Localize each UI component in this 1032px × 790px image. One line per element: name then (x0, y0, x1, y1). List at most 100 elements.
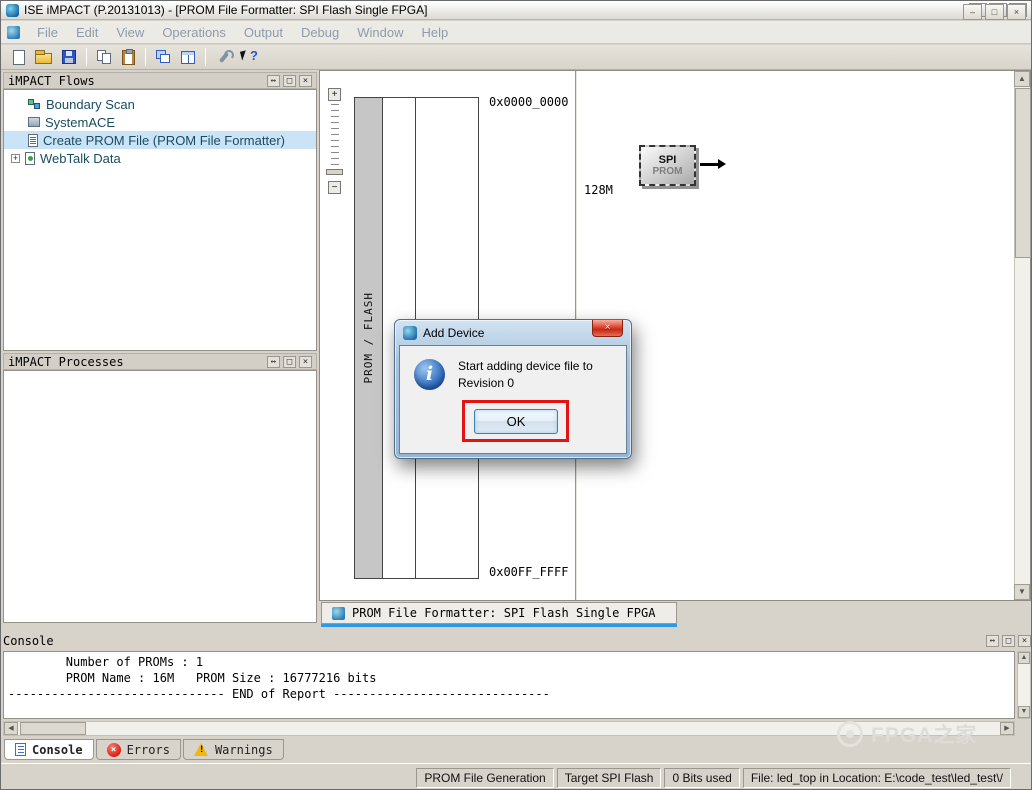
tree-item-label: Boundary Scan (46, 96, 135, 112)
output-tab-bar: Console × Errors ! Warnings (4, 739, 284, 760)
watermark-text: FPGA之家 (871, 724, 978, 747)
scrollbar-thumb[interactable] (20, 722, 86, 735)
cascade-windows-icon[interactable] (156, 50, 171, 64)
zoom-out-icon[interactable]: − (328, 181, 341, 194)
settings-wrench-icon[interactable] (216, 49, 234, 65)
tile-windows-icon[interactable] (181, 50, 195, 64)
spi-prom-device[interactable]: SPI PROM (639, 145, 696, 186)
menu-window[interactable]: Window (348, 25, 412, 40)
panel-dock-icon[interactable]: ↔ (267, 355, 280, 368)
tree-item-webtalk-data[interactable]: + WebTalk Data (4, 149, 316, 167)
mdi-close-button[interactable]: × (1007, 4, 1026, 20)
paste-icon[interactable] (122, 48, 135, 65)
zoom-slider-handle[interactable] (326, 169, 343, 175)
prom-file-icon (28, 133, 38, 147)
panel-close-icon[interactable]: × (299, 355, 312, 368)
scroll-down-icon[interactable]: ▼ (1014, 584, 1030, 600)
scroll-up-icon[interactable]: ▲ (1014, 71, 1030, 87)
start-address-label: 0x0000_0000 (489, 95, 569, 109)
warning-icon: ! (193, 743, 209, 756)
watermark-camera-icon (837, 721, 863, 747)
menu-help[interactable]: Help (413, 25, 458, 40)
window-title: ISE iMPACT (P.20131013) - [PROM File For… (24, 3, 428, 17)
toolbar-separator (86, 48, 87, 66)
status-bits-used: 0 Bits used (664, 767, 740, 788)
console-panel-titlebar: Console ↔ □ × (3, 633, 1031, 649)
panel-float-icon[interactable]: □ (283, 74, 296, 87)
scroll-left-icon[interactable]: ◀ (4, 722, 18, 735)
menu-view[interactable]: View (107, 25, 153, 40)
dialog-app-icon (403, 325, 417, 340)
status-bar: PROM File Generation Target SPI Flash 0 … (1, 763, 1031, 789)
dialog-close-button[interactable]: × (592, 320, 623, 337)
toolbar-separator (205, 48, 206, 66)
tree-item-boundary-scan[interactable]: Boundary Scan (4, 95, 316, 113)
menu-edit[interactable]: Edit (67, 25, 107, 40)
menu-operations[interactable]: Operations (153, 25, 235, 40)
status-target: Target SPI Flash (556, 767, 662, 788)
tab-label: Warnings (214, 742, 273, 757)
device-type-label: SPI (658, 154, 677, 166)
flows-panel-title: iMPACT Flows (8, 73, 95, 88)
open-file-icon[interactable] (35, 50, 52, 64)
zoom-in-icon[interactable]: + (328, 88, 341, 101)
impact-app-icon (6, 3, 19, 17)
device-arrow-icon (700, 159, 726, 169)
scroll-right-icon[interactable]: ▶ (1000, 722, 1014, 735)
scrollbar-thumb[interactable] (1015, 88, 1031, 258)
tree-item-create-prom-file[interactable]: Create PROM File (PROM File Formatter) (4, 131, 316, 149)
workspace-vertical-scrollbar[interactable]: ▲ ▼ (1014, 71, 1031, 600)
flows-panel-titlebar: iMPACT Flows ↔ □ × (3, 72, 317, 89)
mdi-minimize-button[interactable]: – (963, 4, 982, 20)
toolbar: ? (1, 45, 1031, 70)
menu-debug[interactable]: Debug (292, 25, 348, 40)
panel-dock-icon[interactable]: ↔ (267, 74, 280, 87)
expander-plus-icon[interactable]: + (11, 153, 20, 163)
new-file-icon[interactable] (13, 49, 25, 65)
density-label: 128M (584, 183, 613, 197)
menu-output[interactable]: Output (235, 25, 292, 40)
zoom-slider-track[interactable] (331, 104, 339, 166)
processes-panel-titlebar: iMPACT Processes ↔ □ × (3, 353, 317, 370)
dialog-title: Add Device (423, 325, 485, 340)
tree-item-label: WebTalk Data (40, 150, 121, 166)
dialog-body: i Start adding device file to Revision 0… (399, 345, 627, 454)
impact-main-window: ISE iMPACT (P.20131013) - [PROM File For… (0, 0, 1032, 790)
whats-this-help-icon[interactable]: ? (241, 48, 258, 65)
processes-panel-body (3, 370, 317, 623)
dialog-message-line1: Start adding device file to (458, 359, 593, 373)
copy-icon[interactable] (97, 49, 112, 65)
error-icon: × (106, 742, 121, 757)
watermark: FPGA之家 (837, 719, 977, 749)
console-line: Number of PROMs : 1 (8, 655, 204, 669)
panel-dock-icon[interactable]: ↔ (986, 635, 999, 647)
console-output[interactable]: Number of PROMs : 1 PROM Name : 16M PROM… (3, 651, 1015, 719)
panel-close-icon[interactable]: × (1018, 635, 1031, 647)
webtalk-icon (25, 151, 35, 165)
console-tab-icon (15, 743, 26, 756)
processes-panel-title: iMPACT Processes (8, 354, 124, 369)
tab-errors[interactable]: × Errors (95, 739, 181, 760)
end-address-label: 0x00FF_FFFF (489, 565, 569, 579)
tree-item-label: Create PROM File (PROM File Formatter) (43, 132, 285, 148)
mdi-restore-button[interactable]: □ (985, 4, 1004, 20)
tab-warnings[interactable]: ! Warnings (182, 739, 284, 760)
menu-bar: File Edit View Operations Output Debug W… (1, 21, 1031, 44)
tree-item-systemace[interactable]: SystemACE (4, 113, 316, 131)
panel-float-icon[interactable]: □ (1002, 635, 1015, 647)
dialog-message: Start adding device file to Revision 0 (458, 358, 593, 392)
console-vertical-scrollbar[interactable]: ▲ ▼ (1017, 651, 1031, 719)
scroll-down-icon[interactable]: ▼ (1018, 706, 1030, 718)
save-icon[interactable] (62, 50, 76, 64)
menu-file[interactable]: File (28, 25, 67, 40)
tab-console[interactable]: Console (4, 739, 94, 760)
scroll-up-icon[interactable]: ▲ (1018, 652, 1030, 664)
ok-button[interactable]: OK (474, 409, 558, 434)
panel-close-icon[interactable]: × (299, 74, 312, 87)
active-tab-underline (321, 624, 677, 627)
boundary-scan-icon (28, 98, 41, 110)
document-tab[interactable]: PROM File Formatter: SPI Flash Single FP… (321, 602, 677, 624)
document-tab-icon (332, 606, 345, 620)
info-icon: i (414, 359, 445, 390)
panel-float-icon[interactable]: □ (283, 355, 296, 368)
